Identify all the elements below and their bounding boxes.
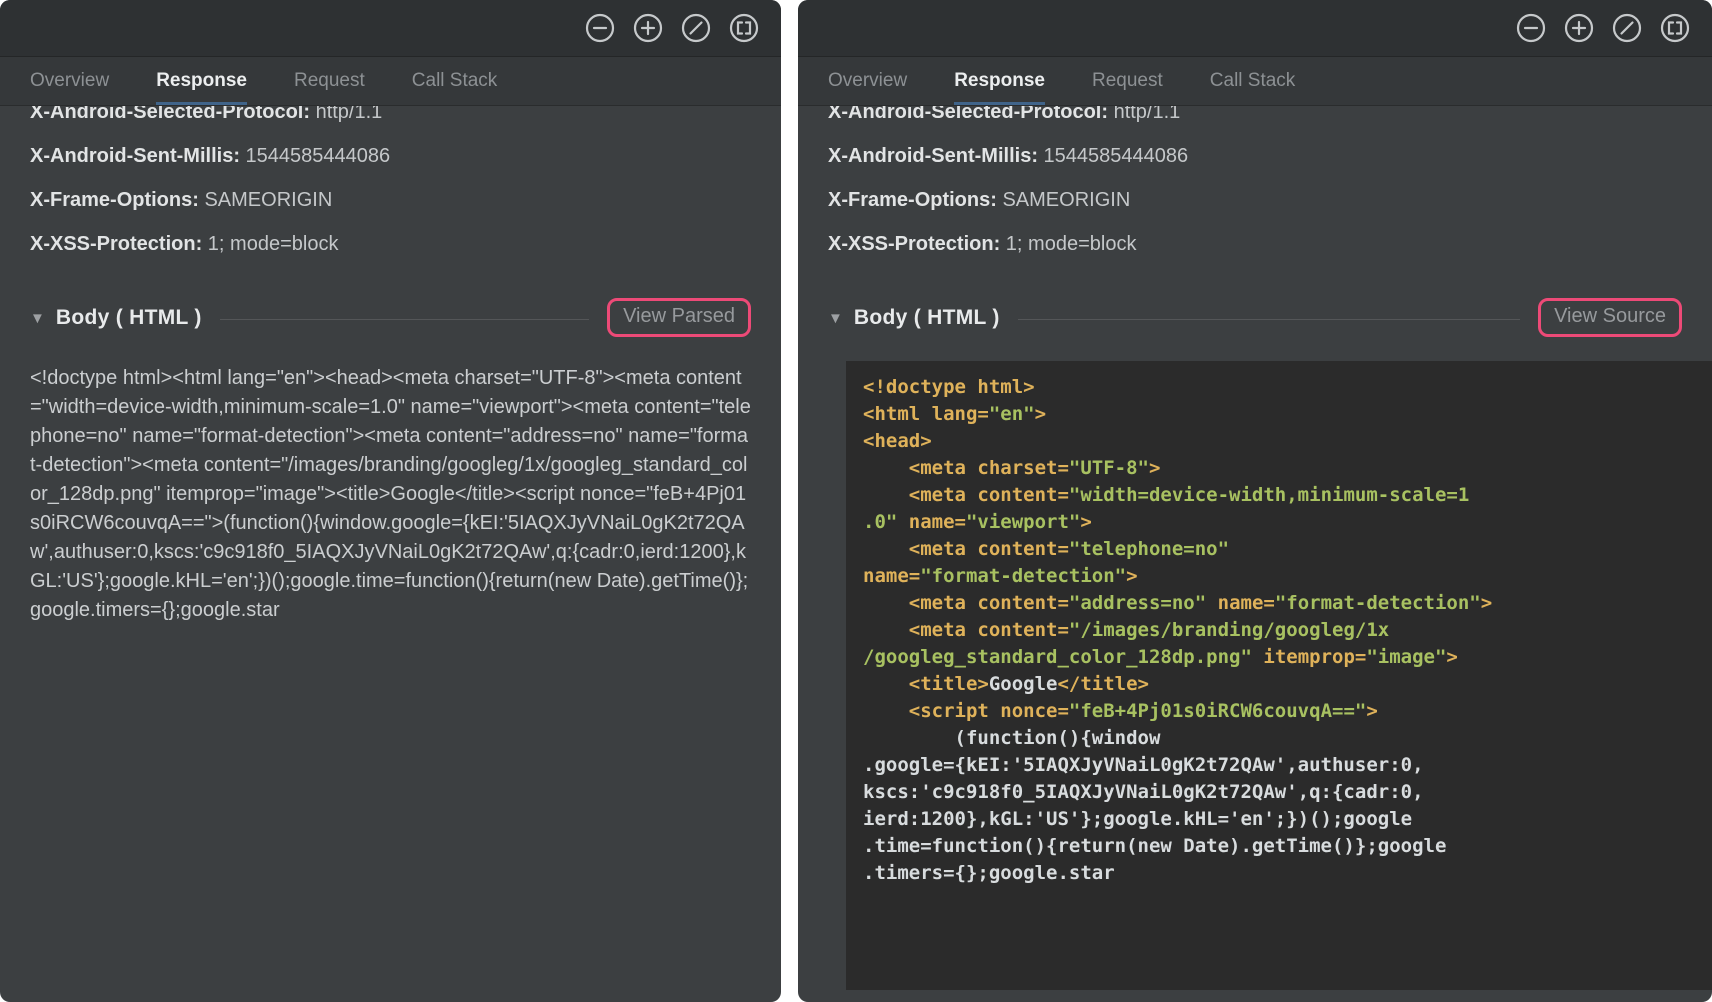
body-section-header: ▼ Body ( HTML ) View Source — [828, 298, 1682, 337]
response-body-parsed-text: <!doctype html><html lang="en"><head><me… — [30, 364, 751, 625]
code-line: <!doctype html> — [863, 374, 1702, 401]
collapse-arrow-icon[interactable]: ▼ — [828, 311, 843, 326]
code-line: <meta content="/images/branding/googleg/… — [863, 617, 1702, 644]
tab-call-stack[interactable]: Call Stack — [1210, 57, 1296, 105]
header-value: 1; mode=block — [1000, 233, 1136, 255]
zoom-controls — [1514, 11, 1692, 45]
reset-zoom-icon[interactable] — [1610, 11, 1644, 45]
headers-list: X-Android-Selected-Protocol: http/1.1X-A… — [30, 106, 751, 266]
zoom-out-icon[interactable] — [583, 11, 617, 45]
zoom-controls — [583, 11, 761, 45]
profiler-toolbar — [798, 0, 1712, 57]
header-key: X-Android-Sent-Millis: — [828, 145, 1038, 167]
code-line: .timers={};google.star — [863, 860, 1702, 887]
code-line: <html lang="en"> — [863, 401, 1702, 428]
header-value: 1544585444086 — [1038, 145, 1188, 167]
tab-response[interactable]: Response — [156, 57, 247, 105]
network-inspector-panel-right: Overview Response Request Call Stack X-Andr… — [798, 0, 1712, 1002]
tab-bar: Overview Response Request Call Stack — [0, 57, 781, 106]
header-key: X-Frame-Options: — [30, 189, 199, 211]
code-line: <script nonce="feB+4Pj01s0iRCW6couvqA=="… — [863, 698, 1702, 725]
header-row: X-Android-Selected-Protocol: http/1.1 — [30, 106, 751, 134]
header-row: X-Frame-Options: SAMEORIGIN — [828, 178, 1682, 222]
header-row: X-Android-Sent-Millis: 1544585444086 — [828, 134, 1682, 178]
code-line: ierd:1200},kGL:'US'};google.kHL='en';})(… — [863, 806, 1702, 833]
comparison-root: Overview Response Request Call Stack X-Andr… — [0, 0, 1712, 1002]
code-line: <title>Google</title> — [863, 671, 1702, 698]
response-tab-content: X-Android-Selected-Protocol: http/1.1X-A… — [0, 106, 781, 1002]
header-row: X-XSS-Protection: 1; mode=block — [30, 222, 751, 266]
headers-list: X-Android-Selected-Protocol: http/1.1X-A… — [828, 106, 1682, 266]
code-line: name="format-detection"> — [863, 563, 1702, 590]
zoom-to-fit-icon[interactable] — [1658, 11, 1692, 45]
view-source-button[interactable]: View Source — [1538, 298, 1682, 337]
header-value: SAMEORIGIN — [997, 189, 1130, 211]
code-line: <meta content="address=no" name="format-… — [863, 590, 1702, 617]
tab-overview[interactable]: Overview — [30, 57, 109, 105]
zoom-in-icon[interactable] — [1562, 11, 1596, 45]
response-body-source-code: <!doctype html><html lang="en"><head> <m… — [846, 361, 1712, 990]
profiler-toolbar — [0, 0, 781, 57]
body-section-header: ▼ Body ( HTML ) View Parsed — [30, 298, 751, 337]
code-line: kscs:'c9c918f0_5IAQXJyVNaiL0gK2t72QAw',q… — [863, 779, 1702, 806]
tab-response[interactable]: Response — [954, 57, 1045, 105]
header-row: X-Frame-Options: SAMEORIGIN — [30, 178, 751, 222]
code-line: (function(){window — [863, 725, 1702, 752]
header-value: 1; mode=block — [202, 233, 338, 255]
header-key: X-XSS-Protection: — [30, 233, 202, 255]
header-value: SAMEORIGIN — [199, 189, 332, 211]
section-divider — [1018, 319, 1520, 320]
reset-zoom-icon[interactable] — [679, 11, 713, 45]
tab-request[interactable]: Request — [294, 57, 365, 105]
body-section-label: Body ( HTML ) — [854, 306, 1000, 330]
code-line: <meta content="width=device-width,minimu… — [863, 482, 1702, 509]
zoom-in-icon[interactable] — [631, 11, 665, 45]
header-key: X-Android-Sent-Millis: — [30, 145, 240, 167]
section-divider — [220, 319, 589, 320]
collapse-arrow-icon[interactable]: ▼ — [30, 311, 45, 326]
body-section-label: Body ( HTML ) — [56, 306, 202, 330]
tab-call-stack[interactable]: Call Stack — [412, 57, 498, 105]
zoom-to-fit-icon[interactable] — [727, 11, 761, 45]
response-tab-content: X-Android-Selected-Protocol: http/1.1X-A… — [798, 106, 1712, 1002]
network-inspector-panel-left: Overview Response Request Call Stack X-Andr… — [0, 0, 781, 1002]
code-line: <head> — [863, 428, 1702, 455]
header-key: X-Android-Selected-Protocol: — [30, 106, 310, 123]
zoom-out-icon[interactable] — [1514, 11, 1548, 45]
header-key: X-XSS-Protection: — [828, 233, 1000, 255]
tab-overview[interactable]: Overview — [828, 57, 907, 105]
code-line: .time=function(){return(new Date).getTim… — [863, 833, 1702, 860]
header-row: X-Android-Sent-Millis: 1544585444086 — [30, 134, 751, 178]
header-key: X-Android-Selected-Protocol: — [828, 106, 1108, 123]
header-value: http/1.1 — [1108, 106, 1180, 123]
code-line: <meta content="telephone=no" — [863, 536, 1702, 563]
tab-bar: Overview Response Request Call Stack — [798, 57, 1712, 106]
view-parsed-button[interactable]: View Parsed — [607, 298, 751, 337]
header-value: http/1.1 — [310, 106, 382, 123]
code-line: /googleg_standard_color_128dp.png" itemp… — [863, 644, 1702, 671]
code-line: <meta charset="UTF-8"> — [863, 455, 1702, 482]
header-value: 1544585444086 — [240, 145, 390, 167]
header-key: X-Frame-Options: — [828, 189, 997, 211]
header-row: X-XSS-Protection: 1; mode=block — [828, 222, 1682, 266]
code-line: .0" name="viewport"> — [863, 509, 1702, 536]
code-line: .google={kEI:'5IAQXJyVNaiL0gK2t72QAw',au… — [863, 752, 1702, 779]
header-row: X-Android-Selected-Protocol: http/1.1 — [828, 106, 1682, 134]
tab-request[interactable]: Request — [1092, 57, 1163, 105]
